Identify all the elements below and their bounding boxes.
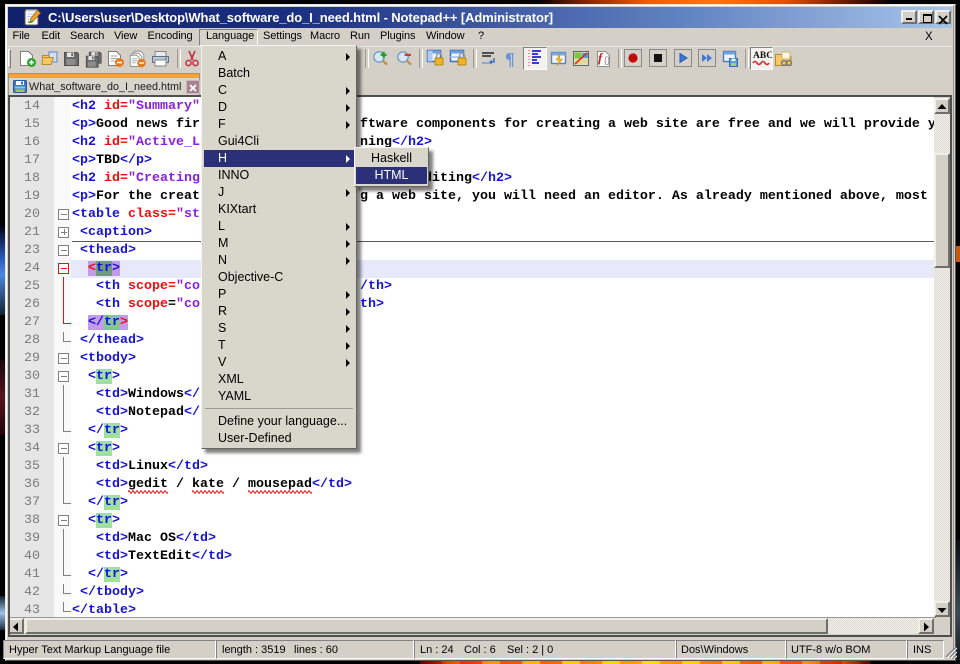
svg-text:¶: ¶ <box>505 50 515 68</box>
svg-text:{}: {} <box>604 55 610 65</box>
svg-text:ABC: ABC <box>753 51 772 61</box>
